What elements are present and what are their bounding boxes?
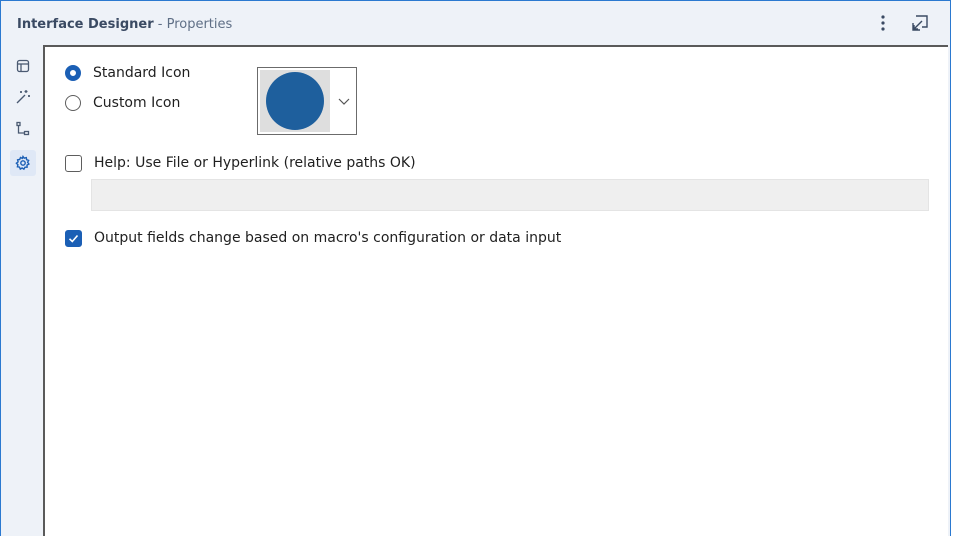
output-fields-option[interactable]: Output fields change based on macro's co… bbox=[65, 229, 561, 247]
properties-window: Interface Designer - Properties Standard… bbox=[0, 0, 951, 536]
kebab-menu-icon bbox=[881, 15, 885, 31]
icon-picker-dropdown[interactable] bbox=[257, 67, 357, 135]
sidebar bbox=[1, 46, 43, 536]
sidebar-item-properties[interactable] bbox=[10, 150, 36, 176]
checkmark-icon bbox=[68, 234, 79, 243]
sidebar-item-layout[interactable] bbox=[10, 53, 36, 79]
help-checkbox[interactable] bbox=[65, 154, 82, 172]
title-bar: Interface Designer - Properties bbox=[1, 0, 950, 46]
output-fields-checkbox[interactable] bbox=[65, 229, 82, 247]
help-path-input[interactable] bbox=[91, 179, 929, 211]
help-label: Help: Use File or Hyperlink (relative pa… bbox=[94, 155, 416, 171]
gear-icon bbox=[15, 155, 30, 171]
undock-icon bbox=[912, 15, 928, 31]
undock-button[interactable] bbox=[907, 10, 933, 36]
icon-preview-swatch bbox=[260, 70, 330, 132]
icon-preview-circle bbox=[266, 72, 324, 130]
kebab-menu-button[interactable] bbox=[870, 10, 896, 36]
title-app-name: Interface Designer bbox=[17, 17, 154, 32]
properties-panel: Standard Icon Custom Icon Help: Use File… bbox=[43, 45, 948, 536]
magic-wand-icon bbox=[16, 90, 30, 104]
title-separator: - bbox=[153, 17, 167, 32]
help-option[interactable]: Help: Use File or Hyperlink (relative pa… bbox=[65, 154, 416, 172]
layout-icon bbox=[16, 59, 30, 73]
custom-icon-option[interactable]: Custom Icon bbox=[65, 94, 180, 112]
standard-icon-radio[interactable] bbox=[65, 65, 81, 81]
standard-icon-option[interactable]: Standard Icon bbox=[65, 64, 190, 82]
title-section: Properties bbox=[166, 17, 233, 32]
standard-icon-label: Standard Icon bbox=[93, 65, 191, 81]
window-title: Interface Designer - Properties bbox=[17, 16, 232, 33]
output-fields-label: Output fields change based on macro's co… bbox=[94, 230, 562, 246]
custom-icon-radio[interactable] bbox=[65, 95, 81, 111]
sidebar-item-wizard[interactable] bbox=[10, 84, 36, 110]
chevron-down-icon bbox=[338, 98, 350, 105]
custom-icon-label: Custom Icon bbox=[93, 95, 181, 111]
sidebar-item-tree[interactable] bbox=[10, 116, 36, 142]
tree-icon bbox=[16, 121, 30, 136]
